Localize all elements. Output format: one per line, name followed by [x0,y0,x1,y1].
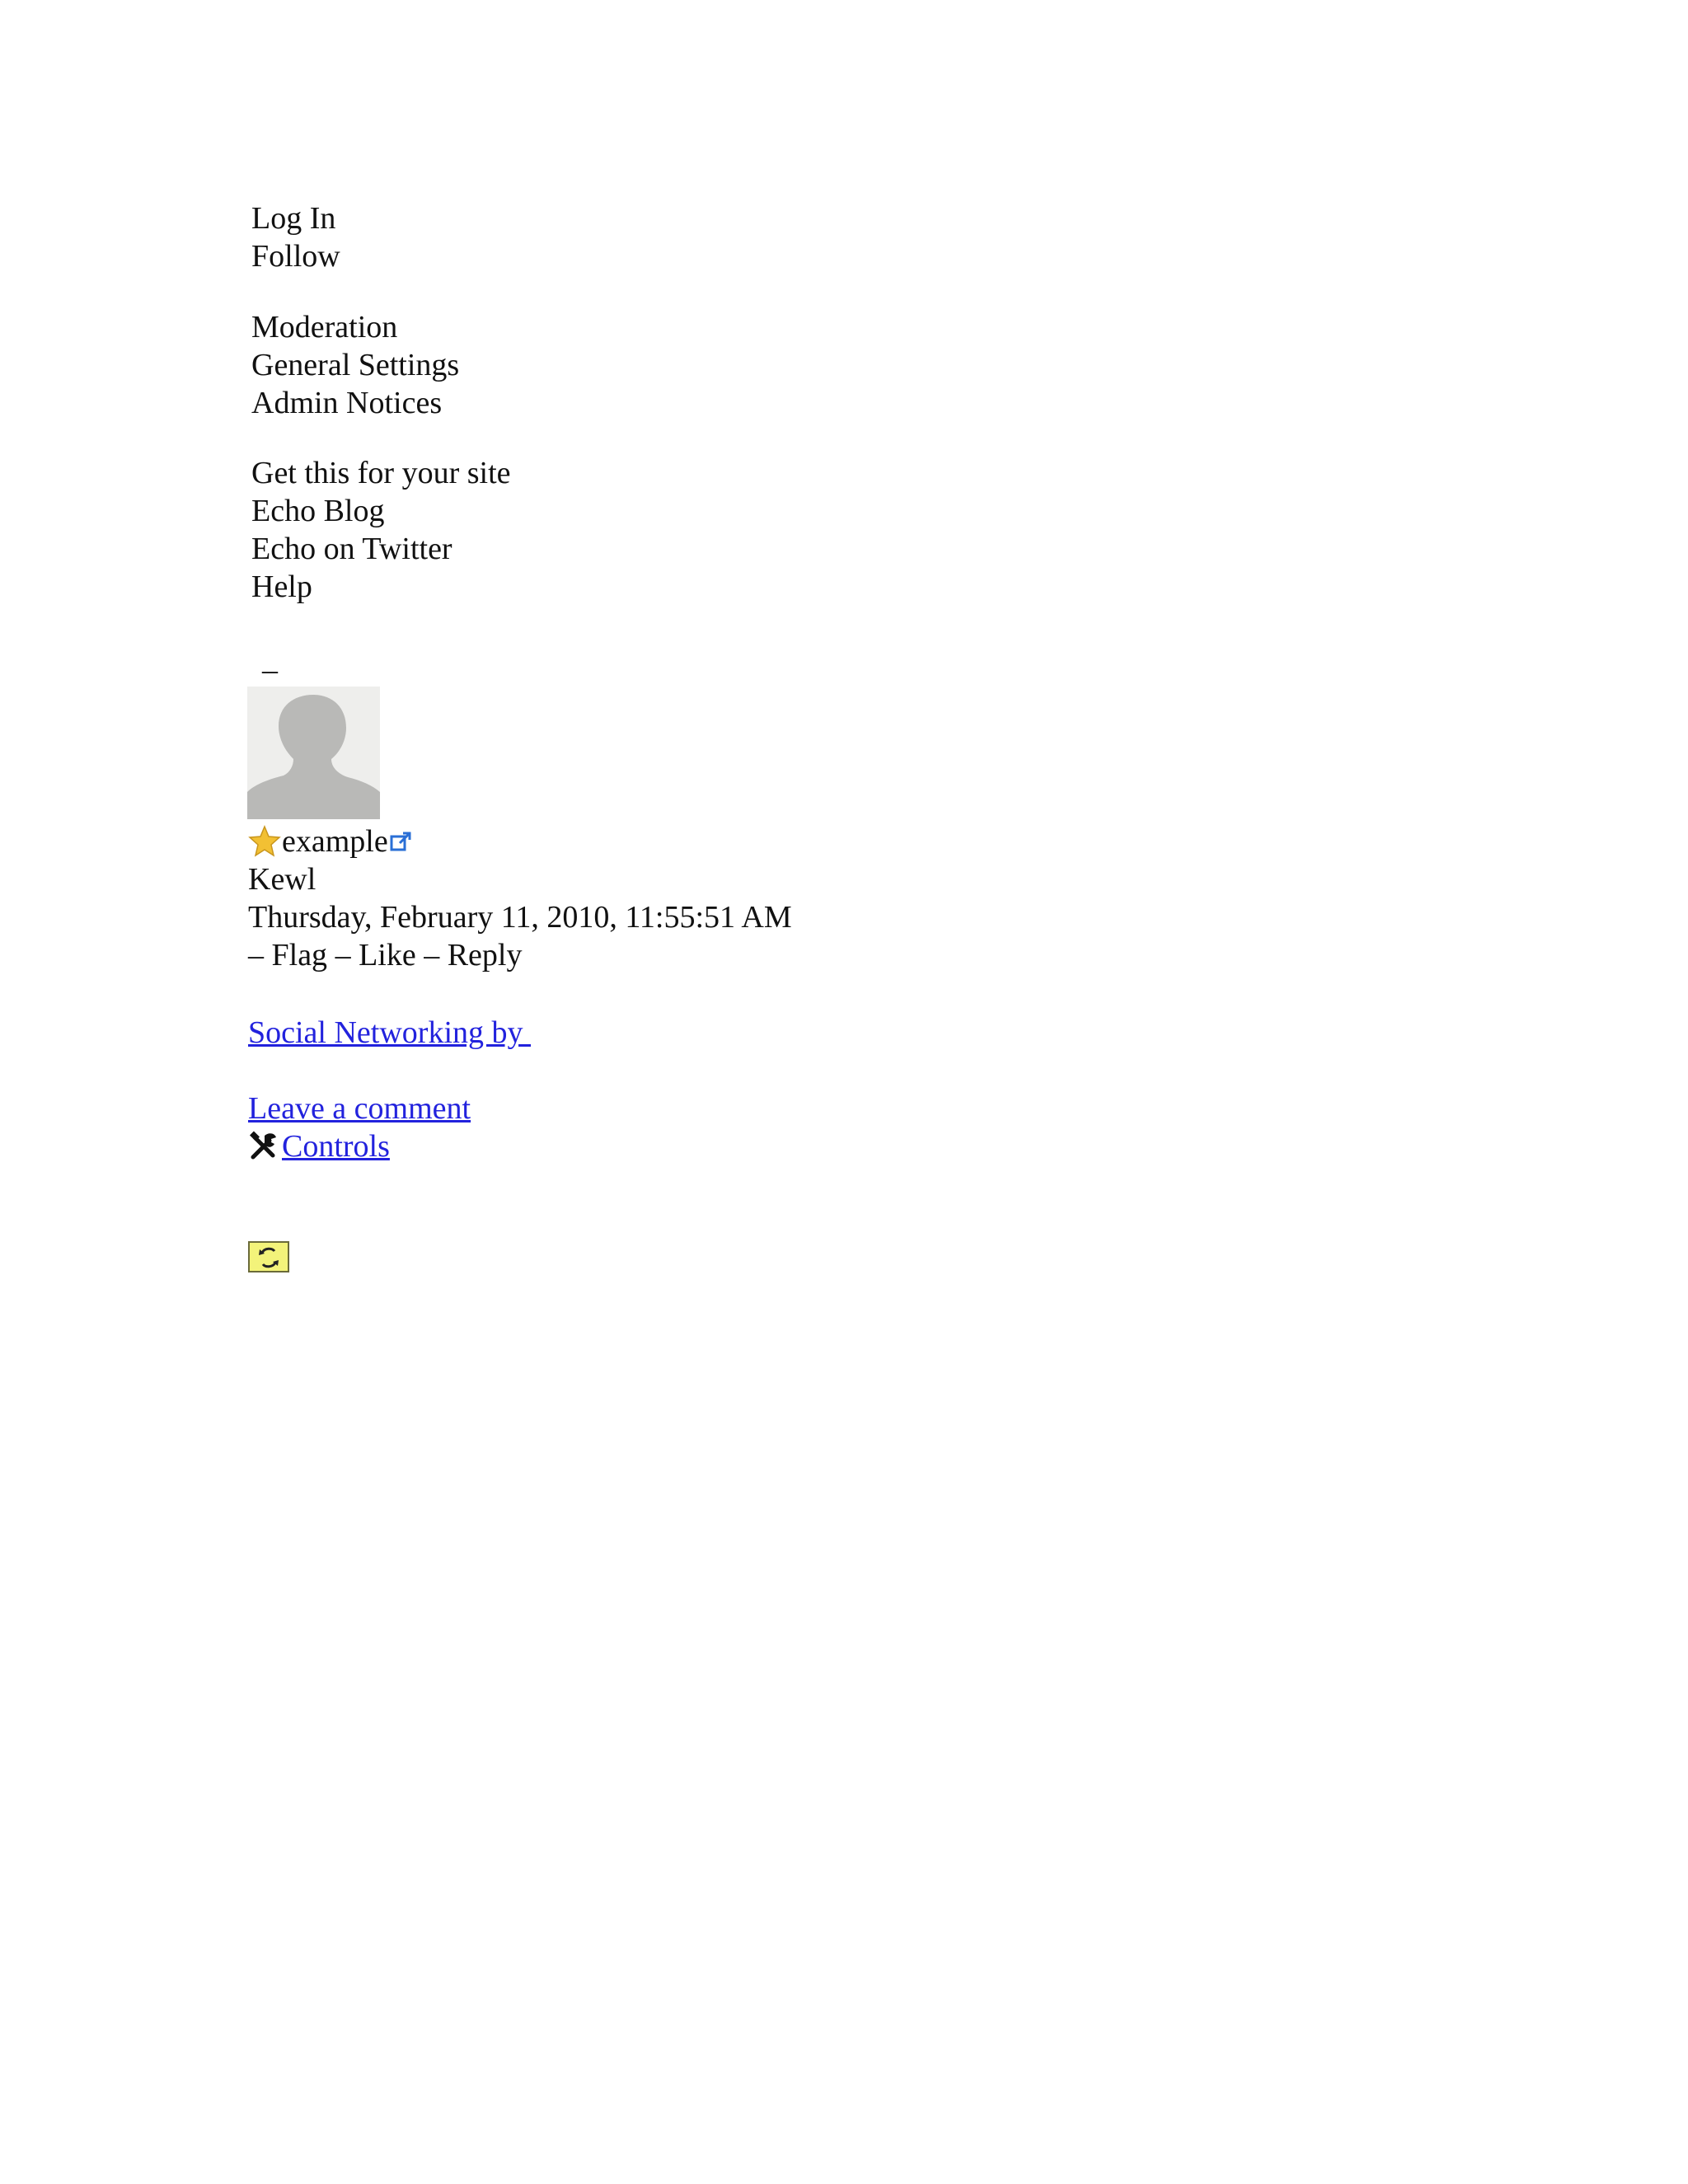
social-networking-credit: Social Networking by [248,1014,531,1052]
comment-author[interactable]: example [282,823,388,860]
help-menu-item[interactable]: Help [251,568,515,606]
auth-menu: Log In Follow [251,199,515,275]
page: Log In Follow Moderation General Setting… [0,0,1688,2184]
avatar-silhouette-icon [247,687,380,819]
menu-separator: – [262,653,278,687]
star-icon [248,825,281,857]
action-dash: – [248,938,264,972]
echo-twitter-menu-item[interactable]: Echo on Twitter [251,530,515,568]
external-link-icon[interactable] [390,830,413,853]
comment: example Kewl Thursday, February 11, 2010… [248,823,1237,974]
comment-text: Kewl [248,862,316,897]
admin-menu: Moderation General Settings Admin Notice… [251,308,515,422]
general-settings-menu-item[interactable]: General Settings [251,346,515,384]
refresh-arrows-icon [259,1247,279,1268]
get-this-menu-item[interactable]: Get this for your site [251,454,515,492]
controls-line: Controls [248,1127,471,1165]
reply-action[interactable]: Reply [448,938,523,972]
like-action[interactable]: Like [359,938,416,972]
moderation-menu-item[interactable]: Moderation [251,308,515,346]
comment-author-line: example [248,823,1237,860]
action-dash: – [424,938,440,972]
echo-blog-menu-item[interactable]: Echo Blog [251,492,515,530]
flag-action[interactable]: Flag [272,938,328,972]
refresh-icon[interactable] [248,1241,289,1272]
leave-comment-link[interactable]: Leave a comment [248,1090,471,1127]
admin-notices-menu-item[interactable]: Admin Notices [251,384,515,422]
comment-actions: – Flag – Like – Reply [248,936,1237,974]
comment-links: Leave a comment Controls [248,1090,471,1165]
avatar[interactable] [247,687,380,819]
tools-icon [249,1131,276,1160]
controls-link[interactable]: Controls [282,1127,390,1165]
info-menu: Get this for your site Echo Blog Echo on… [251,454,515,606]
follow-menu-item[interactable]: Follow [251,237,515,275]
social-networking-link[interactable]: Social Networking by [248,1015,531,1050]
action-dash: – [335,938,351,972]
login-menu-item[interactable]: Log In [251,199,515,237]
comment-timestamp: Thursday, February 11, 2010, 11:55:51 AM [248,900,792,935]
